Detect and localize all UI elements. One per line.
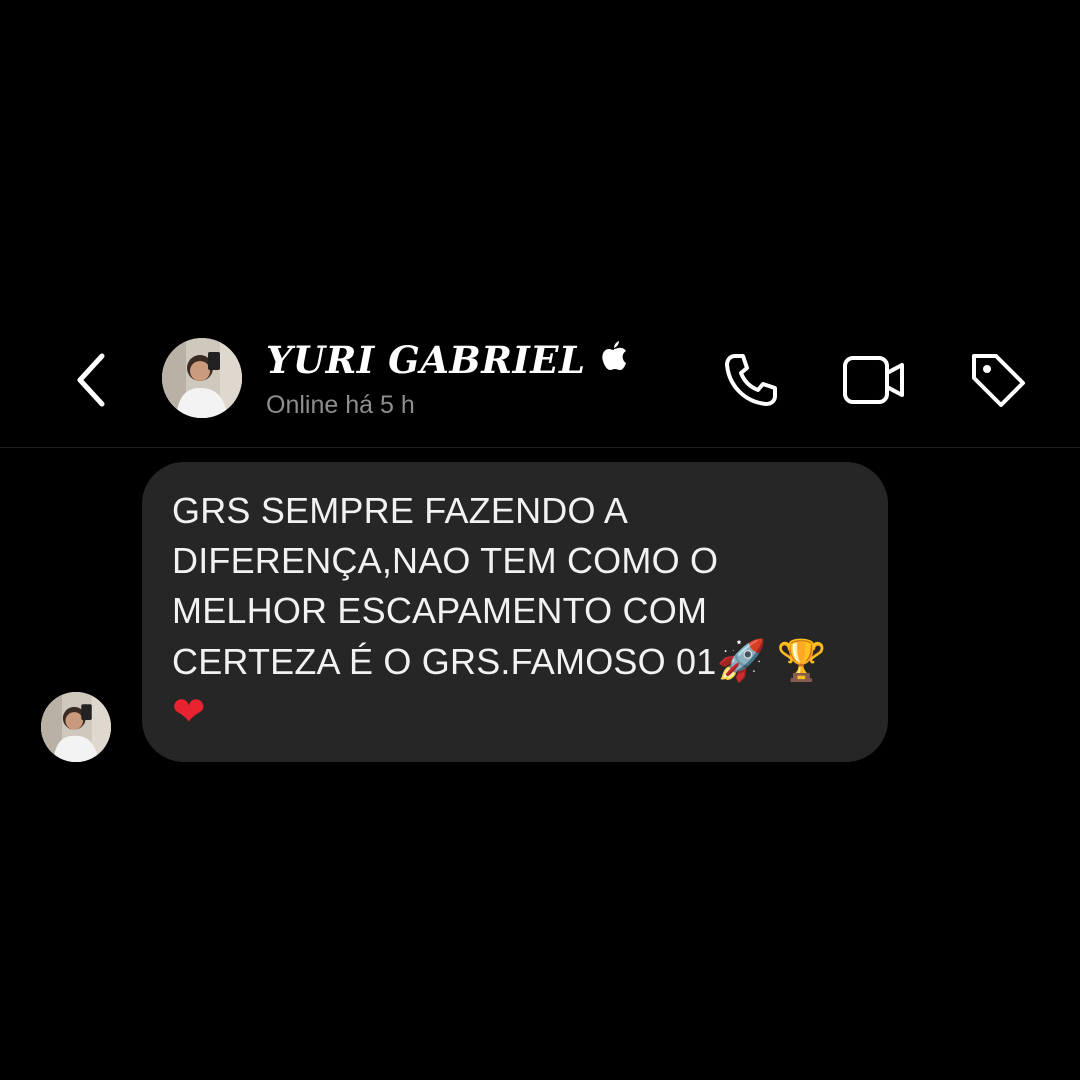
video-call-button[interactable] [842, 348, 906, 412]
rocket-emoji: 🚀 [716, 638, 767, 684]
chevron-left-icon [77, 353, 105, 407]
message-line: DIFERENÇA,NAO TEM COMO O [172, 540, 719, 581]
chat-header: YURI GABRIEL Online há 5 h [0, 320, 1080, 446]
message-line-4: CERTEZA É O GRS.FAMOSO 01🚀 🏆 [172, 636, 858, 687]
message-line-text: CERTEZA É O GRS.FAMOSO 01 [172, 641, 717, 682]
contact-name: YURI GABRIEL [266, 338, 586, 382]
online-status: Online há 5 h [266, 391, 415, 419]
back-button[interactable] [64, 350, 118, 410]
video-camera-icon [843, 356, 904, 404]
message-line: MELHOR ESCAPAMENTO COM [172, 590, 708, 631]
phone-icon [725, 354, 777, 406]
call-button[interactable] [719, 348, 783, 412]
heart-emoji: ❤ [172, 689, 206, 735]
avatar[interactable] [162, 338, 242, 418]
tag-button[interactable] [966, 348, 1030, 412]
header-divider [0, 447, 1080, 448]
message-text: GRS SEMPRE FAZENDO A DIFERENÇA,NAO TEM C… [172, 486, 858, 738]
tag-icon [972, 354, 1025, 407]
apple-icon [602, 341, 626, 370]
contact-info[interactable]: YURI GABRIEL Online há 5 h [266, 338, 628, 428]
message-line-5: ❤ [172, 687, 858, 738]
message-line: GRS SEMPRE FAZENDO A [172, 490, 629, 531]
sender-avatar[interactable] [41, 692, 111, 762]
trophy-emoji: 🏆 [776, 638, 827, 684]
message-bubble[interactable]: GRS SEMPRE FAZENDO A DIFERENÇA,NAO TEM C… [142, 462, 888, 762]
